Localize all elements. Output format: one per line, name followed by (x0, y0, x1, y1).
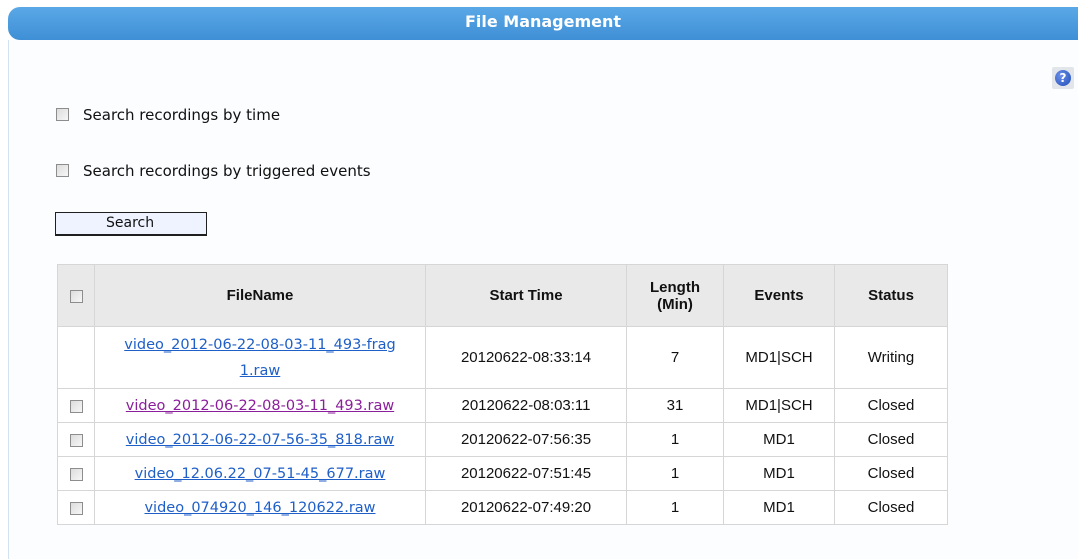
search-by-time-option[interactable]: Search recordings by time (56, 105, 280, 125)
search-by-time-label: Search recordings by time (83, 106, 281, 124)
length-cell: 1 (626, 422, 724, 457)
length-cell: 7 (626, 326, 724, 389)
column-header-length-line1: Length (650, 278, 700, 296)
row-select-cell (57, 326, 95, 389)
file-link[interactable]: video_074920_146_120622.raw (144, 500, 375, 516)
row-checkbox[interactable] (69, 501, 83, 515)
help-icon[interactable]: ? (1055, 70, 1071, 86)
file-link[interactable]: video_12.06.22_07-51-45_677.raw (135, 466, 386, 482)
page-title: File Management (464, 12, 622, 31)
column-header-events[interactable]: Events (723, 264, 835, 327)
column-header-length[interactable]: Length (Min) (626, 264, 724, 327)
row-select-cell (57, 456, 95, 491)
start-time-cell: 20120622-07:56:35 (425, 422, 627, 457)
start-time-cell: 20120622-07:49:20 (425, 490, 627, 525)
search-by-events-label: Search recordings by triggered events (83, 162, 371, 180)
file-link[interactable]: video_2012-06-22-08-03-11_493.raw (126, 398, 394, 414)
search-by-time-checkbox[interactable] (56, 108, 69, 121)
row-select-cell (57, 388, 95, 423)
help-button[interactable]: ? (1052, 67, 1074, 89)
filename-cell: video_2012-06-22-08-03-11_493-frag 1.raw (94, 326, 426, 389)
events-cell: MD1 (723, 490, 835, 525)
page-header: File Management (8, 7, 1078, 40)
file-table: FileName Start Time Length (Min) Events … (57, 264, 948, 525)
table-row: video_2012-06-22-08-03-11_493-frag 1.raw … (57, 326, 948, 389)
row-checkbox[interactable] (69, 467, 83, 481)
events-cell: MD1 (723, 422, 835, 457)
filename-cell: video_074920_146_120622.raw (94, 490, 426, 525)
filename-cell: video_2012-06-22-08-03-11_493.raw (94, 388, 426, 423)
select-all-cell (57, 264, 95, 327)
filename-cell: video_12.06.22_07-51-45_677.raw (94, 456, 426, 491)
search-by-events-option[interactable]: Search recordings by triggered events (56, 161, 371, 181)
filename-cell: video_2012-06-22-07-56-35_818.raw (94, 422, 426, 457)
events-cell: MD1 (723, 456, 835, 491)
file-link[interactable]: video_2012-06-22-08-03-11_493-frag 1.raw (124, 337, 396, 379)
status-cell: Closed (834, 388, 948, 423)
file-link[interactable]: video_2012-06-22-07-56-35_818.raw (126, 432, 394, 448)
column-header-start-time[interactable]: Start Time (425, 264, 627, 327)
row-checkbox[interactable] (69, 433, 83, 447)
row-select-cell (57, 422, 95, 457)
row-checkbox[interactable] (69, 399, 83, 413)
length-cell: 31 (626, 388, 724, 423)
length-cell: 1 (626, 490, 724, 525)
status-cell: Closed (834, 422, 948, 457)
row-select-cell (57, 490, 95, 525)
start-time-cell: 20120622-07:51:45 (425, 456, 627, 491)
start-time-cell: 20120622-08:03:11 (425, 388, 627, 423)
column-header-length-line2: (Min) (657, 295, 693, 313)
status-cell: Writing (834, 326, 948, 389)
events-cell: MD1|SCH (723, 388, 835, 423)
table-row: video_12.06.22_07-51-45_677.raw 20120622… (57, 456, 948, 491)
column-header-filename[interactable]: FileName (94, 264, 426, 327)
file-link-line2: 1.raw (239, 362, 281, 379)
status-cell: Closed (834, 456, 948, 491)
table-row: video_074920_146_120622.raw 20120622-07:… (57, 490, 948, 525)
table-row: video_2012-06-22-07-56-35_818.raw 201206… (57, 422, 948, 457)
status-cell: Closed (834, 490, 948, 525)
events-cell: MD1|SCH (723, 326, 835, 389)
length-cell: 1 (626, 456, 724, 491)
file-link-line1: video_2012-06-22-08-03-11_493-frag (124, 336, 396, 353)
select-all-checkbox[interactable] (69, 289, 83, 303)
search-by-events-checkbox[interactable] (56, 164, 69, 177)
start-time-cell: 20120622-08:33:14 (425, 326, 627, 389)
search-button[interactable]: Search (55, 212, 207, 236)
column-header-status[interactable]: Status (834, 264, 948, 327)
table-header-row: FileName Start Time Length (Min) Events … (57, 264, 948, 327)
table-row: video_2012-06-22-08-03-11_493.raw 201206… (57, 388, 948, 423)
